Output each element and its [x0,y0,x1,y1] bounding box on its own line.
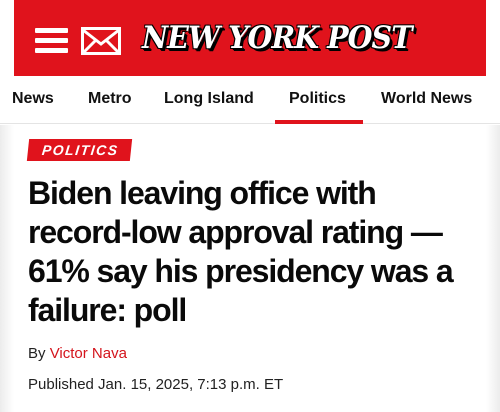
section-tag[interactable]: POLITICS [26,139,132,161]
right-gutter [486,125,500,412]
nav-item-news[interactable]: News [12,90,54,108]
envelope-icon[interactable] [81,27,121,55]
nav-item-world-news[interactable]: World News [381,90,472,108]
hamburger-menu-icon[interactable] [35,28,68,53]
nav-item-long-island[interactable]: Long Island [164,90,254,108]
site-logo[interactable]: NEW YORK POST [142,20,412,60]
nav-item-politics[interactable]: Politics [289,90,346,108]
article-headline: Biden leaving office with record-low app… [28,175,454,328]
site-header: NEW YORK POST [14,0,486,76]
left-gutter [0,125,14,412]
publish-date: Published Jan. 15, 2025, 7:13 p.m. ET [28,376,284,393]
page: NEW YORK POST News Metro Long Island Pol… [0,0,500,412]
section-nav: News Metro Long Island Politics World Ne… [0,76,500,124]
byline: By Victor Nava [28,345,127,362]
nav-item-metro[interactable]: Metro [88,90,132,108]
active-nav-indicator [275,120,363,124]
byline-prefix: By [28,345,46,362]
author-link[interactable]: Victor Nava [50,345,127,362]
